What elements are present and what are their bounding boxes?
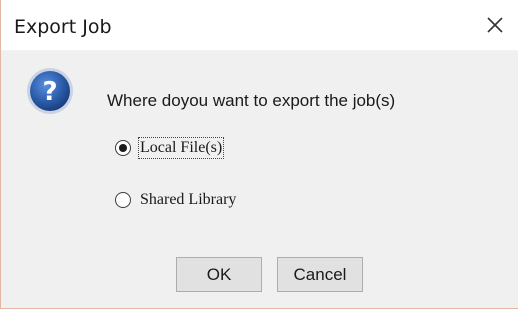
- radio-button-local-files[interactable]: [115, 140, 131, 156]
- close-icon: [487, 17, 503, 33]
- radio-option-local-files[interactable]: Local File(s): [115, 137, 225, 159]
- export-job-dialog: Export Job ? Where doyou want to export …: [0, 0, 518, 309]
- radio-label-shared-library[interactable]: Shared Library: [139, 190, 237, 210]
- question-icon: ?: [25, 66, 75, 116]
- radio-option-shared-library[interactable]: Shared Library: [115, 190, 237, 210]
- close-button[interactable]: [480, 10, 510, 40]
- svg-text:?: ?: [42, 77, 57, 107]
- dialog-title: Export Job: [14, 16, 112, 38]
- prompt-text: Where doyou want to export the job(s): [107, 91, 396, 110]
- radio-button-shared-library[interactable]: [115, 192, 131, 208]
- radio-label-local-files[interactable]: Local File(s): [137, 137, 225, 159]
- cancel-button[interactable]: Cancel: [277, 257, 363, 292]
- ok-button[interactable]: OK: [176, 257, 262, 292]
- title-bar: Export Job: [1, 0, 518, 51]
